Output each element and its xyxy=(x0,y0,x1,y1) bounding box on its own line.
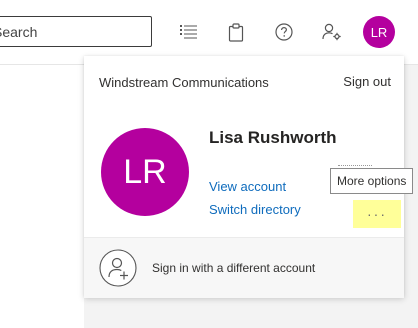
account-avatar-button[interactable]: LR xyxy=(363,16,395,48)
more-options-tooltip: More options xyxy=(330,168,414,194)
add-person-icon xyxy=(99,249,137,287)
view-account-link[interactable]: View account xyxy=(209,179,286,194)
sign-in-different-account[interactable]: Sign in with a different account xyxy=(84,237,404,298)
sign-in-different-account-label: Sign in with a different account xyxy=(152,261,316,275)
user-display-name: Lisa Rushworth xyxy=(209,128,337,147)
help-icon[interactable] xyxy=(272,20,296,44)
organization-name: Windstream Communications xyxy=(99,75,269,90)
profile-avatar: LR xyxy=(101,128,189,216)
clipboard-icon[interactable] xyxy=(224,20,248,44)
switch-directory-link[interactable]: Switch directory xyxy=(209,202,301,217)
sign-out-button[interactable]: Sign out xyxy=(343,74,391,89)
more-options-button[interactable]: ··· xyxy=(353,200,401,228)
search-box[interactable] xyxy=(0,16,152,47)
obscured-email xyxy=(338,165,372,167)
list-icon[interactable] xyxy=(177,20,201,44)
content-area xyxy=(0,65,84,328)
search-input[interactable] xyxy=(0,17,145,46)
person-settings-icon[interactable] xyxy=(320,20,344,44)
